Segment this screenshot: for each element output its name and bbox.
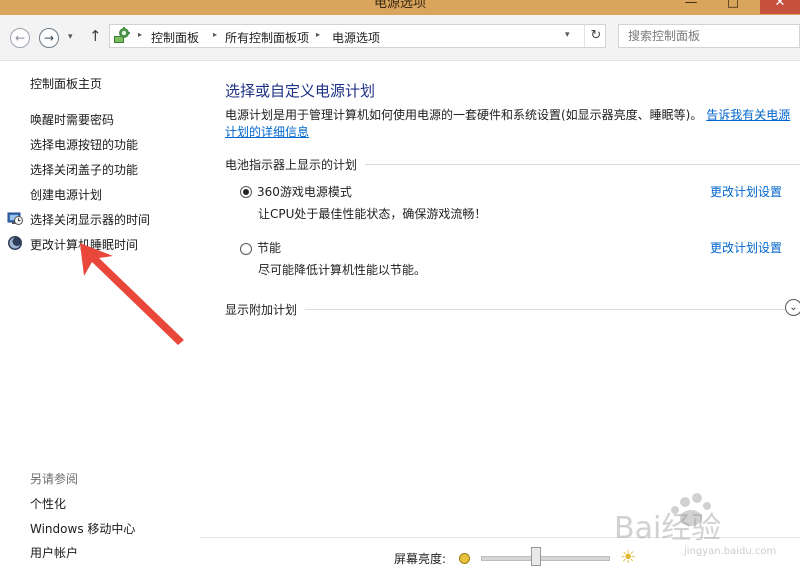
sidebar-item-wake-password[interactable]: 唤醒时需要密码 — [30, 111, 114, 128]
sidebar-item-power-button[interactable]: 选择电源按钮的功能 — [30, 136, 138, 153]
close-button[interactable]: ✕ — [760, 0, 800, 14]
minimize-button[interactable]: — — [676, 0, 706, 14]
additional-plans-heading[interactable]: 显示附加计划 — [225, 301, 306, 318]
expand-chevron-icon[interactable]: ⌄ — [785, 299, 800, 316]
refresh-button[interactable]: ↻ — [584, 25, 607, 47]
breadcrumb-separator: ▸ — [316, 30, 321, 39]
page-description: 电源计划是用于管理计算机如何使用电源的一套硬件和系统设置(如显示器亮度、睡眠等)… — [225, 107, 800, 141]
brightness-slider-thumb[interactable] — [530, 547, 541, 566]
brightness-label: 屏幕亮度: — [394, 552, 447, 566]
change-plan-settings-link[interactable]: 更改计划设置 — [710, 183, 782, 200]
recent-locations-dropdown[interactable]: ▾ — [68, 32, 73, 42]
up-button[interactable]: ↑ — [89, 27, 102, 45]
plan-name[interactable]: 节能 — [257, 239, 281, 256]
sidebar-item-lid-close[interactable]: 选择关闭盖子的功能 — [30, 161, 138, 178]
see-also-mobility-center[interactable]: Windows 移动中心 — [30, 520, 135, 537]
control-panel-icon — [114, 27, 130, 43]
main-content: 选择或自定义电源计划 电源计划是用于管理计算机如何使用电源的一套硬件和系统设置(… — [200, 61, 800, 578]
plan-radio-360-game[interactable] — [240, 186, 252, 198]
breadcrumb-control-panel[interactable]: 控制面板 — [151, 29, 199, 46]
maximize-button[interactable]: □ — [718, 0, 748, 14]
search-input[interactable] — [626, 28, 790, 44]
sidebar-item-display-off[interactable]: 选择关闭显示器的时间 — [30, 211, 150, 228]
see-also-heading: 另请参阅 — [30, 472, 79, 486]
section-divider — [225, 309, 800, 310]
sidebar-item-create-plan[interactable]: 创建电源计划 — [30, 186, 102, 203]
moon-sleep-icon — [8, 236, 22, 250]
brightness-bar: 屏幕亮度: ☀ — [200, 537, 800, 579]
plan-radio-power-saver[interactable] — [240, 243, 252, 255]
monitor-clock-icon — [7, 212, 23, 225]
title-bar: 电源选项 — □ ✕ — [0, 0, 800, 15]
see-also-personalization[interactable]: 个性化 — [30, 495, 66, 512]
search-box[interactable] — [618, 24, 800, 48]
sidebar-item-sleep-time[interactable]: 更改计算机睡眠时间 — [30, 236, 138, 253]
plan-description: 尽可能降低计算机性能以节能。 — [258, 263, 427, 277]
address-history-dropdown[interactable]: ▾ — [565, 30, 570, 40]
battery-plans-heading: 电池指示器上显示的计划 — [225, 156, 366, 173]
bright-sun-icon: ☀ — [620, 547, 637, 568]
back-button[interactable]: ← — [10, 28, 30, 48]
breadcrumb-power-options[interactable]: 电源选项 — [332, 29, 380, 46]
sidebar: 控制面板主页 唤醒时需要密码 选择电源按钮的功能 选择关闭盖子的功能 创建电源计… — [0, 61, 200, 578]
brightness-slider[interactable] — [481, 556, 610, 561]
sidebar-control-panel-home[interactable]: 控制面板主页 — [30, 75, 102, 92]
dim-brightness-icon — [459, 553, 470, 564]
see-also-user-accounts[interactable]: 用户帐户 — [30, 544, 78, 561]
plan-description: 让CPU处于最佳性能状态，确保游戏流畅！ — [258, 207, 487, 221]
breadcrumb-all-items[interactable]: 所有控制面板项 — [225, 29, 309, 46]
breadcrumb-separator: ▸ — [138, 30, 143, 39]
forward-button[interactable]: → — [39, 28, 59, 48]
additional-plans-section[interactable]: 显示附加计划 — [225, 301, 800, 318]
breadcrumb-separator: ▸ — [213, 30, 218, 39]
navigation-bar: ← → ▾ ↑ ▸ 控制面板 ▸ 所有控制面板项 ▸ 电源选项 ▾ ↻ — [0, 15, 800, 61]
description-text: 电源计划是用于管理计算机如何使用电源的一套硬件和系统设置(如显示器亮度、睡眠等)… — [225, 108, 703, 122]
page-title: 选择或自定义电源计划 — [225, 82, 376, 100]
battery-plans-section: 电池指示器上显示的计划 — [225, 156, 800, 173]
address-bar[interactable]: ▸ 控制面板 ▸ 所有控制面板项 ▸ 电源选项 ▾ ↻ — [109, 24, 606, 48]
change-plan-settings-link[interactable]: 更改计划设置 — [710, 239, 782, 256]
plan-name[interactable]: 360游戏电源模式 — [257, 183, 352, 200]
